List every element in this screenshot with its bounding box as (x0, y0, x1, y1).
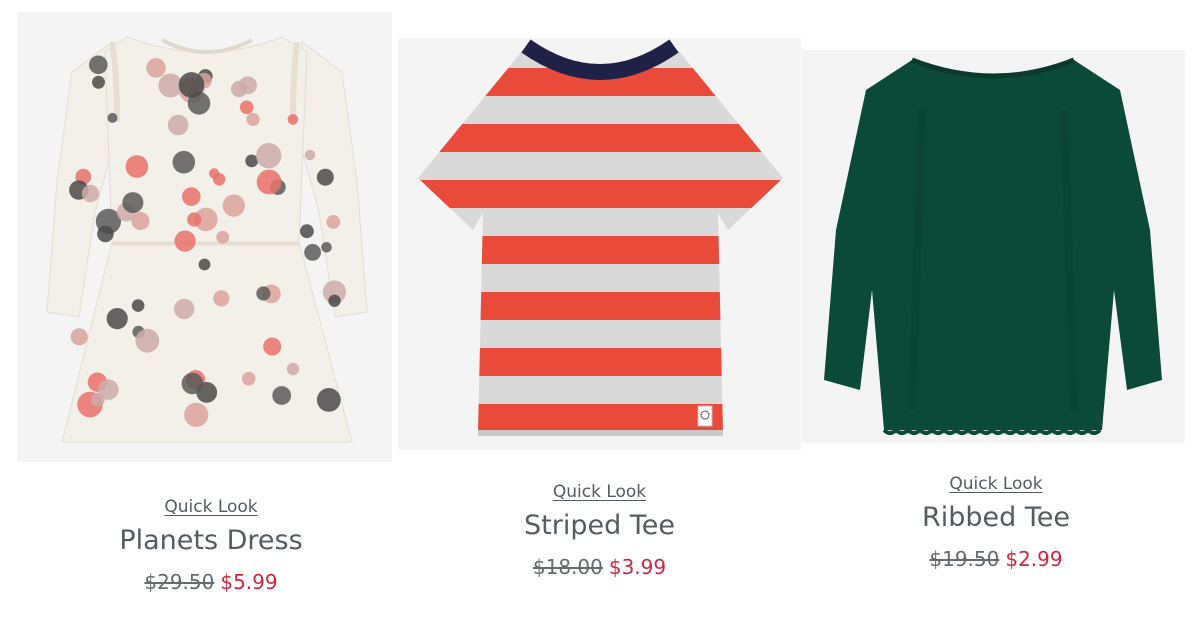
sale-price: $3.99 (608, 555, 667, 579)
sale-price: $2.99 (1005, 547, 1063, 571)
print-dot (256, 169, 282, 195)
original-price: $29.50 (144, 570, 215, 594)
ribbed-tee-image[interactable] (802, 50, 1185, 443)
print-dot (172, 150, 196, 174)
print-dot (213, 290, 230, 307)
print-dot (181, 372, 204, 395)
print-dot (326, 215, 341, 229)
print-dot (272, 386, 292, 405)
print-dot (287, 114, 299, 125)
print-dot (122, 192, 144, 214)
stripe (418, 180, 783, 208)
print-dot (241, 371, 256, 386)
sale-price: $5.99 (220, 570, 278, 594)
product-price: $19.50 $2.99 (802, 547, 1190, 571)
print-dot (174, 230, 196, 252)
print-dot (239, 100, 254, 115)
product-name[interactable]: Planets Dress (17, 525, 405, 556)
print-dot (178, 72, 205, 98)
print-dot (263, 337, 282, 356)
print-dot (184, 402, 209, 427)
print-dot (70, 328, 88, 346)
print-dot (300, 224, 314, 239)
print-dot (131, 299, 145, 312)
print-dot (316, 388, 341, 412)
striped-tee-image[interactable] (398, 38, 801, 450)
print-dot (328, 294, 341, 307)
stripe (418, 404, 783, 432)
print-dot (81, 184, 100, 203)
print-dot (89, 55, 108, 75)
print-dot (216, 230, 230, 244)
print-dot (187, 212, 202, 227)
planets-dress-image[interactable] (17, 12, 392, 462)
print-dot (231, 80, 248, 98)
print-dot (246, 112, 260, 126)
stripe (418, 292, 783, 320)
quick-look-link[interactable]: Quick Look (949, 474, 1042, 494)
product-price: $18.00 $3.99 (398, 555, 801, 579)
print-dot (182, 187, 201, 206)
stripe (418, 124, 783, 152)
product-name[interactable]: Striped Tee (398, 510, 801, 541)
print-dot (222, 194, 245, 217)
print-dot (256, 143, 282, 169)
quick-look-link[interactable]: Quick Look (553, 482, 646, 502)
print-dot (98, 379, 119, 400)
original-price: $19.50 (929, 547, 1000, 571)
print-dot (209, 168, 220, 179)
product-price: $29.50 $5.99 (17, 570, 405, 594)
print-dot (106, 308, 128, 330)
print-dot (167, 114, 189, 136)
ribbed-tee-illustration (824, 57, 1162, 435)
stripe (418, 348, 783, 376)
print-dot (92, 75, 105, 89)
print-dot (135, 328, 160, 353)
print-dot (316, 168, 334, 186)
print-dot (321, 242, 332, 253)
print-dot (97, 225, 114, 243)
original-price: $18.00 (532, 555, 603, 579)
dress-illustration (46, 36, 368, 443)
print-dot (304, 149, 316, 161)
print-dot (304, 244, 321, 261)
striped-tee-illustration (418, 39, 783, 436)
print-dot (146, 58, 166, 78)
print-dot (107, 112, 118, 123)
print-dot (125, 155, 149, 178)
quick-look-link[interactable]: Quick Look (164, 497, 257, 517)
print-dot (256, 286, 271, 301)
stripe (418, 236, 783, 264)
print-dot (286, 362, 300, 376)
print-dot (198, 258, 211, 271)
product-name[interactable]: Ribbed Tee (802, 502, 1190, 533)
print-dot (174, 298, 195, 320)
